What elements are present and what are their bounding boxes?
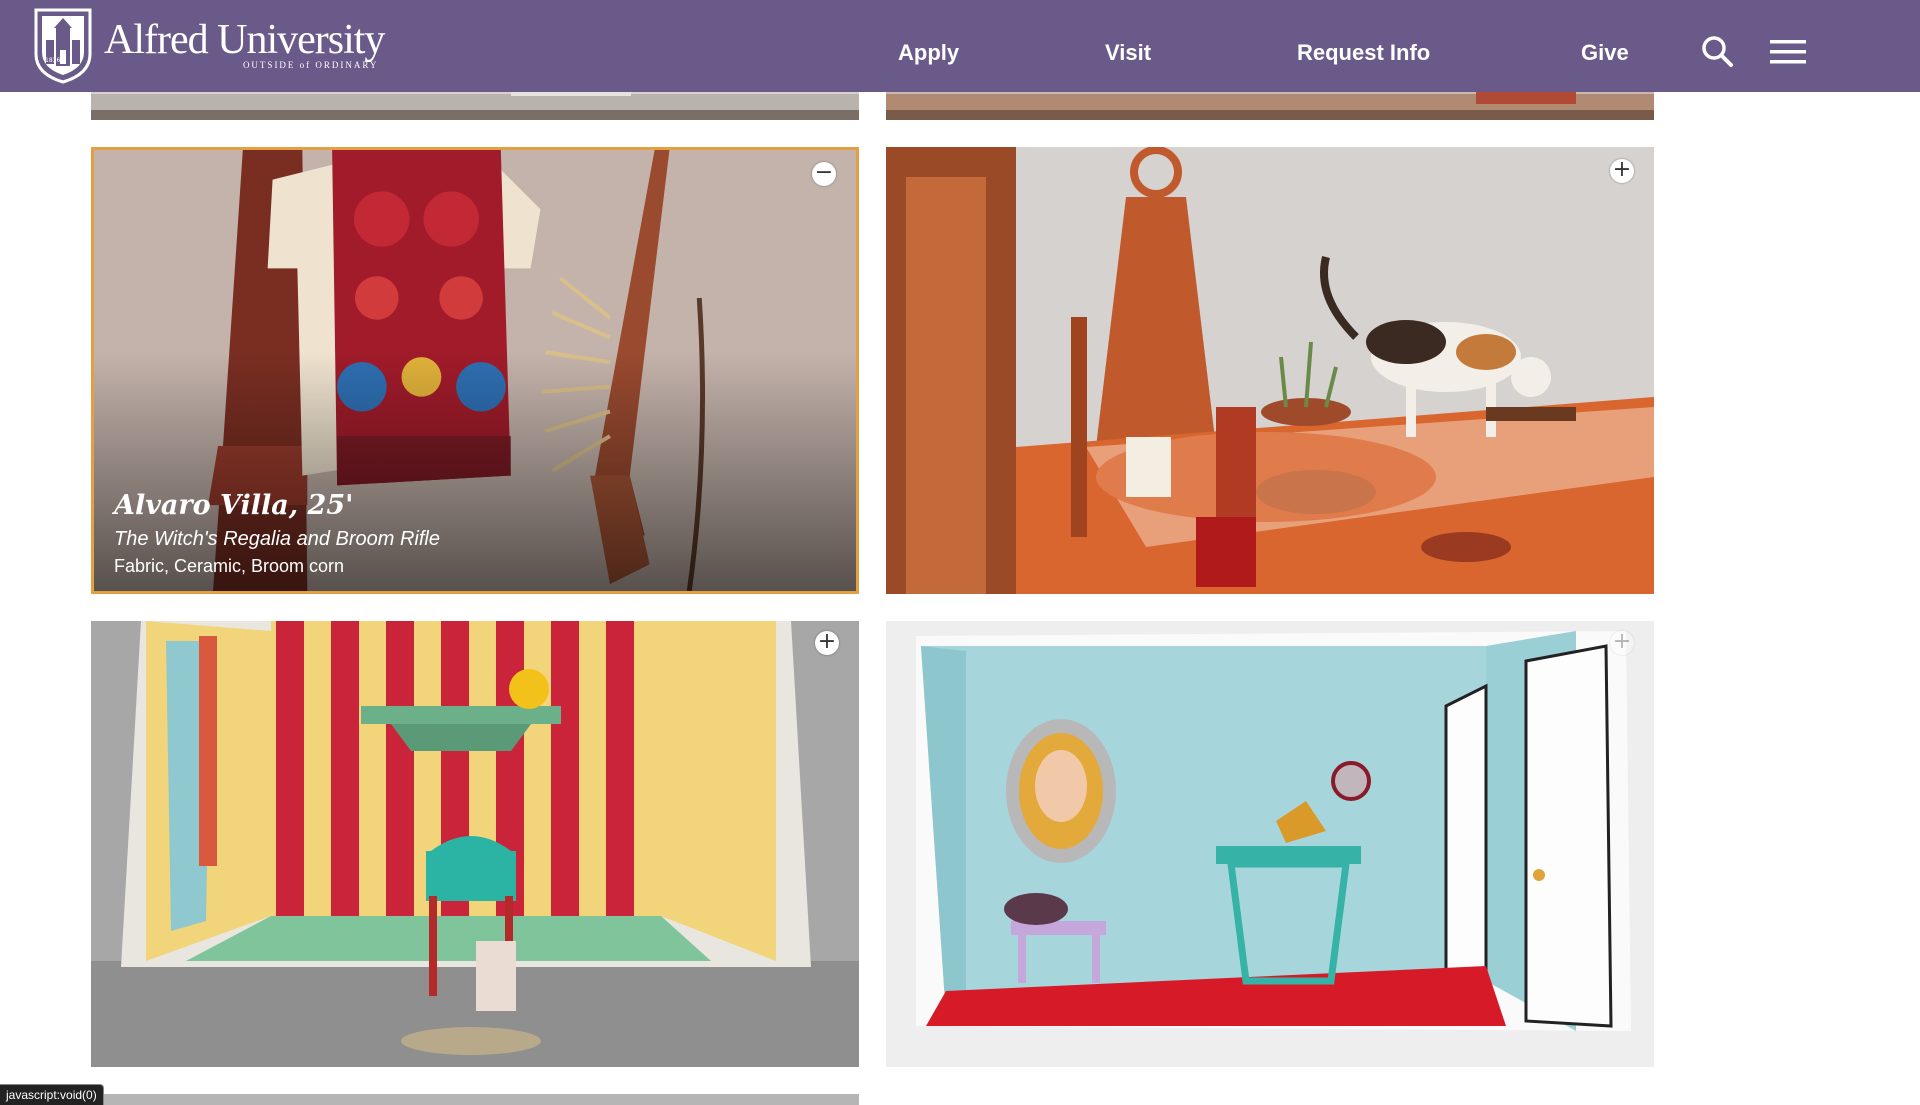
artwork-image [886,621,1654,1067]
search-icon[interactable] [1700,34,1734,68]
gallery-tile-partial-bottom-left[interactable] [91,1094,859,1105]
logo-wordmark: Alfred University [104,17,385,63]
artwork-image [91,621,859,1067]
gallery-tile-witchs-regalia[interactable]: − Alvaro Villa, 25' The Witch's Regalia … [91,147,859,594]
artist-name: Alvaro Villa, 25' [114,490,354,521]
artwork-medium: Fabric, Ceramic, Broom corn [114,556,345,576]
nav-visit[interactable]: Visit [1105,40,1151,66]
collapse-toggle-minus-icon[interactable]: − [812,162,836,186]
expand-toggle-plus-icon[interactable]: + [1610,631,1634,655]
expand-toggle-plus-icon[interactable]: + [815,631,839,655]
nav-give[interactable]: Give [1581,40,1629,66]
artwork-title: The Witch's Regalia and Broom Rifle [114,528,440,550]
browser-status-bar: javascript:void(0) [0,1084,104,1105]
svg-text:1836: 1836 [45,57,60,64]
gallery-tile-striped-room[interactable]: + [91,621,859,1067]
alfred-university-logo[interactable]: 1836 Alfred University OUTSIDE of ORDINA… [32,4,385,84]
nav-request-info[interactable]: Request Info [1297,40,1430,66]
caption-overlay [94,351,856,591]
hamburger-menu-icon[interactable] [1770,38,1806,66]
expand-toggle-plus-icon[interactable]: + [1610,159,1634,183]
nav-apply[interactable]: Apply [898,40,959,66]
university-seal-icon: 1836 [34,8,92,84]
gallery-tile-blue-room[interactable]: + [886,621,1654,1067]
site-header: 1836 Alfred University OUTSIDE of ORDINA… [0,0,1920,92]
artwork-image [886,147,1654,594]
gallery-tile-altar-cat[interactable]: + [886,147,1654,594]
